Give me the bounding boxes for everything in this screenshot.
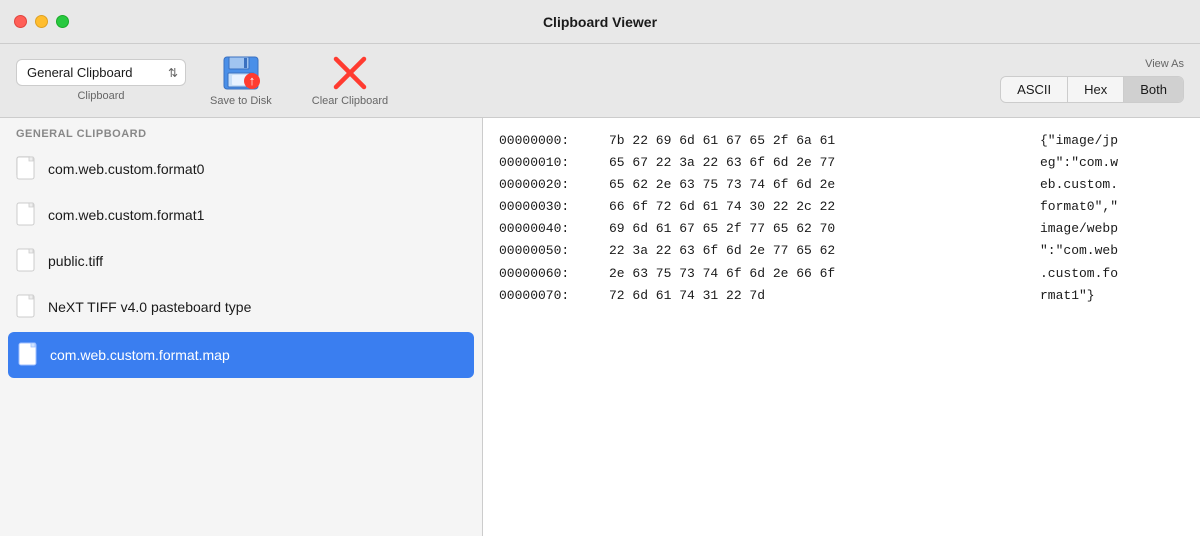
save-icon: ↑ <box>221 55 261 91</box>
hex-addresses: 00000000: 00000010: 00000020: 00000030: … <box>499 130 609 524</box>
file-icon <box>18 342 40 368</box>
toolbar: General Clipboard Find Clipboard Clipboa… <box>0 44 1200 118</box>
clear-icon <box>330 55 370 91</box>
view-as-label: View As <box>1145 58 1184 70</box>
clear-label: Clear Clipboard <box>312 95 388 107</box>
hex-bytes: 7b 22 69 6d 61 67 65 2f 6a 61 65 67 22 3… <box>609 130 1024 524</box>
content-panel: 00000000: 00000010: 00000020: 00000030: … <box>483 118 1200 536</box>
sidebar-header: General Clipboard <box>0 118 482 146</box>
minimize-button[interactable] <box>35 15 48 28</box>
file-icon <box>16 202 38 228</box>
sidebar-item-label: com.web.custom.format1 <box>48 207 204 223</box>
clipboard-select[interactable]: General Clipboard Find Clipboard <box>16 59 186 86</box>
file-icon <box>16 156 38 182</box>
clipboard-label: Clipboard <box>77 90 124 102</box>
window-title: Clipboard Viewer <box>543 14 657 30</box>
sidebar-item-label: NeXT TIFF v4.0 pasteboard type <box>48 299 251 315</box>
view-as-group: View As ASCII Hex Both <box>1000 58 1184 103</box>
sidebar-item-label: public.tiff <box>48 253 103 269</box>
sidebar: General Clipboard com.web.custom.format0 <box>0 118 483 536</box>
main-content: General Clipboard com.web.custom.format0 <box>0 118 1200 536</box>
sidebar-item-next[interactable]: NeXT TIFF v4.0 pasteboard type <box>0 284 482 330</box>
close-button[interactable] <box>14 15 27 28</box>
save-label: Save to Disk <box>210 95 272 107</box>
sidebar-item-tiff[interactable]: public.tiff <box>0 238 482 284</box>
sidebar-item-label: com.web.custom.format.map <box>50 347 230 363</box>
sidebar-item-map[interactable]: com.web.custom.format.map <box>8 332 474 378</box>
hex-view: 00000000: 00000010: 00000020: 00000030: … <box>483 118 1200 536</box>
sidebar-item-format1[interactable]: com.web.custom.format1 <box>0 192 482 238</box>
maximize-button[interactable] <box>56 15 69 28</box>
clear-clipboard-button[interactable]: Clear Clipboard <box>296 51 404 111</box>
sidebar-list: com.web.custom.format0 com.web.custom.fo… <box>0 146 482 536</box>
sidebar-item-format0[interactable]: com.web.custom.format0 <box>0 146 482 192</box>
view-hex-button[interactable]: Hex <box>1068 77 1124 102</box>
hex-ascii: {"image/jp eg":"com.w eb.custom. format0… <box>1024 130 1184 524</box>
file-icon <box>16 248 38 274</box>
svg-text:↑: ↑ <box>249 73 256 88</box>
clipboard-select-group: General Clipboard Find Clipboard Clipboa… <box>16 59 186 102</box>
view-both-button[interactable]: Both <box>1124 77 1183 102</box>
view-ascii-button[interactable]: ASCII <box>1001 77 1068 102</box>
save-to-disk-button[interactable]: ↑ Save to Disk <box>194 51 288 111</box>
title-bar: Clipboard Viewer <box>0 0 1200 44</box>
file-icon <box>16 294 38 320</box>
window-controls <box>14 15 69 28</box>
sidebar-item-label: com.web.custom.format0 <box>48 161 204 177</box>
clipboard-select-wrapper[interactable]: General Clipboard Find Clipboard <box>16 59 186 86</box>
view-as-buttons: ASCII Hex Both <box>1000 76 1184 103</box>
